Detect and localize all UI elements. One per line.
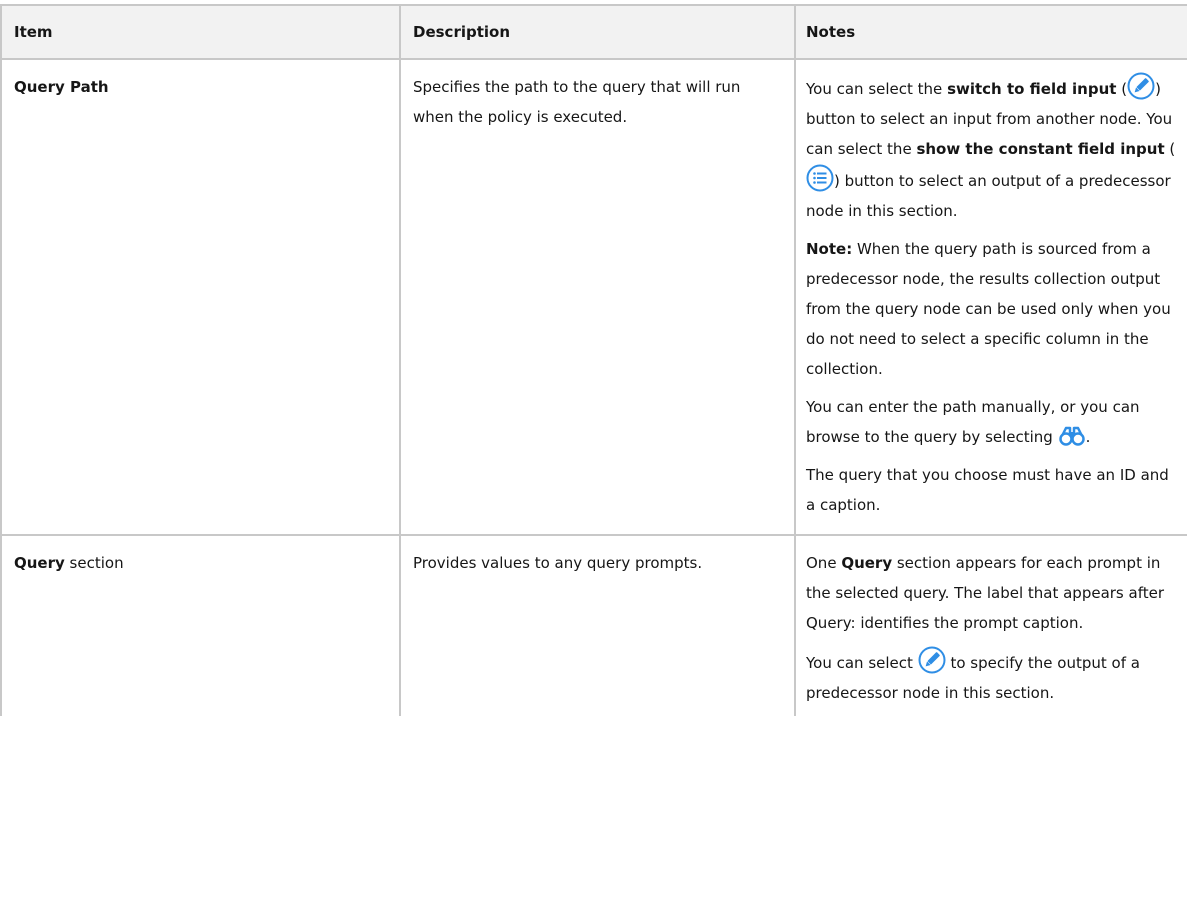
table-header-row: Item Description Notes [0, 4, 1187, 60]
notes-paragraph: The query that you choose must have an I… [806, 466, 1169, 514]
header-notes: Notes [794, 4, 1187, 60]
cell-description: Provides values to any query prompts. [399, 534, 796, 716]
show-constant-field-input-label: show the constant field input [916, 140, 1165, 158]
cell-notes: You can select the switch to field input… [794, 58, 1187, 536]
item-name: Query Path [14, 78, 109, 96]
pencil-icon [1127, 72, 1155, 100]
note-paragraph: Note: When the query path is sourced fro… [806, 240, 1171, 378]
table-row: Query section Provides values to any que… [0, 534, 1187, 716]
cell-notes: One Query section appears for each promp… [794, 534, 1187, 716]
header-description: Description [399, 4, 796, 60]
list-icon [806, 164, 834, 192]
cell-description: Specifies the path to the query that wil… [399, 58, 796, 536]
query-label: Query [841, 554, 893, 572]
cell-item: Query Path [0, 58, 401, 536]
item-name: Query [14, 554, 65, 572]
cell-item: Query section [0, 534, 401, 716]
notes-paragraph: One Query section appears for each promp… [806, 554, 1165, 632]
pencil-icon [918, 646, 946, 674]
notes-paragraph: You can select to specify the output of … [806, 646, 1179, 708]
properties-table: Item Description Notes Query Path Specif… [0, 4, 1187, 716]
binoculars-icon [1058, 424, 1086, 448]
notes-paragraph: You can enter the path manually, or you … [806, 398, 1140, 448]
table-row: Query Path Specifies the path to the que… [0, 58, 1187, 536]
header-item: Item [0, 4, 401, 60]
notes-paragraph: You can select the switch to field input… [806, 72, 1179, 226]
note-label: Note: [806, 240, 853, 258]
switch-to-field-input-label: switch to field input [947, 80, 1117, 98]
